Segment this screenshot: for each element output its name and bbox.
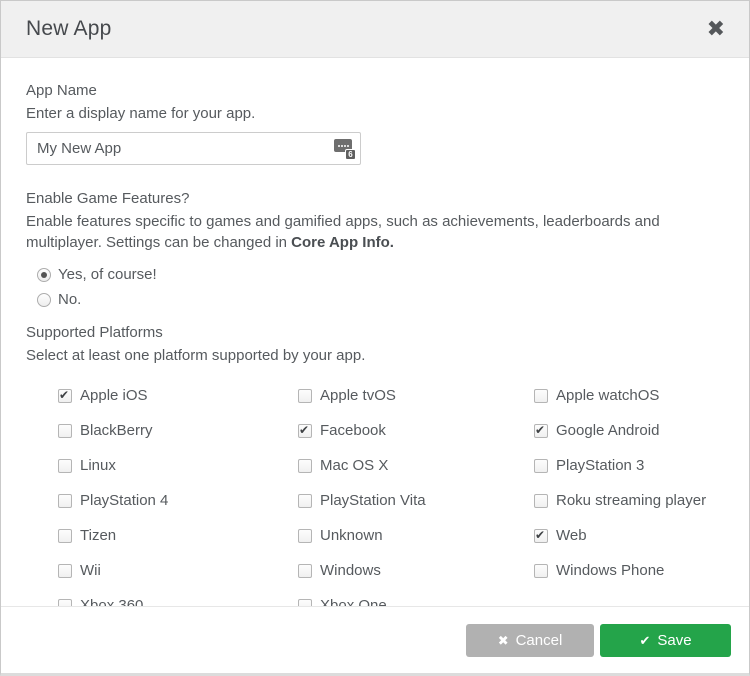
platform-label: Apple iOS	[80, 387, 148, 404]
platform-label: Xbox 360	[80, 597, 143, 606]
checkbox-icon[interactable]	[58, 529, 72, 543]
platform-label: Linux	[80, 457, 116, 474]
modal-footer: ✖ Cancel ✔ Save	[1, 606, 749, 673]
new-app-modal: New App ✖ App Name Enter a display name …	[0, 0, 750, 676]
cancel-x-icon: ✖	[498, 634, 509, 647]
checkbox-icon[interactable]	[534, 529, 548, 543]
radio-option-label: Yes, of course!	[58, 266, 157, 283]
radio-option-label: No.	[58, 291, 81, 308]
platform-checkbox-item[interactable]: Roku streaming player	[534, 492, 724, 509]
platform-label: Wii	[80, 562, 101, 579]
game-features-description: Enable features specific to games and ga…	[26, 211, 691, 253]
platform-label: PlayStation 3	[556, 457, 644, 474]
platform-label: Xbox One	[320, 597, 387, 606]
checkbox-icon[interactable]	[58, 564, 72, 578]
platform-checkbox-item[interactable]: Windows Phone	[534, 562, 724, 579]
game-features-radio-group: Yes, of course! No.	[37, 262, 724, 312]
platform-label: PlayStation 4	[80, 492, 168, 509]
platform-label: Web	[556, 527, 587, 544]
checkbox-icon[interactable]	[298, 599, 312, 607]
save-button[interactable]: ✔ Save	[600, 624, 731, 657]
platform-checkbox-item[interactable]: Tizen	[58, 527, 298, 544]
app-name-input-wrap: 6	[26, 132, 361, 165]
platforms-description: Select at least one platform supported b…	[26, 345, 724, 366]
platform-label: Roku streaming player	[556, 492, 706, 509]
platform-checkbox-item[interactable]: Apple watchOS	[534, 387, 724, 404]
app-name-description: Enter a display name for your app.	[26, 103, 724, 124]
platform-checkbox-item[interactable]: Unknown	[298, 527, 534, 544]
radio-button-icon[interactable]	[37, 293, 51, 307]
platform-label: BlackBerry	[80, 422, 153, 439]
platform-checkbox-item[interactable]: Facebook	[298, 422, 534, 439]
platform-label: PlayStation Vita	[320, 492, 426, 509]
game-features-radio-option[interactable]: No.	[37, 287, 724, 312]
platform-checkbox-item[interactable]: Google Android	[534, 422, 724, 439]
platform-label: Mac OS X	[320, 457, 388, 474]
modal-body: App Name Enter a display name for your a…	[1, 58, 749, 606]
save-check-icon: ✔	[639, 634, 650, 647]
platforms-section: Supported Platforms Select at least one …	[26, 324, 724, 606]
platform-label: Windows Phone	[556, 562, 664, 579]
checkbox-icon[interactable]	[534, 459, 548, 473]
checkbox-icon[interactable]	[298, 424, 312, 438]
close-icon[interactable]: ✖	[707, 18, 725, 40]
radio-button-icon[interactable]	[37, 268, 51, 282]
checkbox-icon[interactable]	[534, 389, 548, 403]
cancel-button[interactable]: ✖ Cancel	[466, 624, 594, 657]
platform-label: Apple tvOS	[320, 387, 396, 404]
platform-checkbox-item[interactable]: Web	[534, 527, 724, 544]
page-title: New App	[26, 17, 111, 41]
modal-header: New App ✖	[1, 1, 749, 58]
checkbox-icon[interactable]	[534, 564, 548, 578]
platform-checkbox-item[interactable]: Apple iOS	[58, 387, 298, 404]
core-app-info-bold: Core App Info.	[291, 234, 394, 251]
checkbox-icon[interactable]	[298, 459, 312, 473]
save-button-label: Save	[657, 632, 691, 649]
platform-label: Apple watchOS	[556, 387, 659, 404]
platform-label: Google Android	[556, 422, 659, 439]
platform-grid: Apple iOS Apple tvOS Apple watchOS Black…	[58, 378, 724, 606]
checkbox-icon[interactable]	[58, 599, 72, 607]
checkbox-icon[interactable]	[534, 424, 548, 438]
game-features-section: Enable Game Features? Enable features sp…	[26, 190, 724, 312]
checkbox-icon[interactable]	[298, 564, 312, 578]
platform-checkbox-item[interactable]: PlayStation 3	[534, 457, 724, 474]
app-name-input[interactable]	[26, 132, 361, 165]
cancel-button-label: Cancel	[516, 632, 563, 649]
platform-checkbox-item[interactable]: Mac OS X	[298, 457, 534, 474]
checkbox-icon[interactable]	[298, 389, 312, 403]
checkbox-icon[interactable]	[534, 494, 548, 508]
app-name-section: App Name Enter a display name for your a…	[26, 82, 724, 165]
checkbox-icon[interactable]	[58, 389, 72, 403]
platforms-label: Supported Platforms	[26, 324, 724, 341]
checkbox-icon[interactable]	[298, 494, 312, 508]
platform-checkbox-item[interactable]: Xbox One	[298, 597, 534, 606]
platform-label: Tizen	[80, 527, 116, 544]
platform-checkbox-item[interactable]: Xbox 360	[58, 597, 298, 606]
platform-checkbox-item[interactable]: BlackBerry	[58, 422, 298, 439]
platform-checkbox-item[interactable]: Linux	[58, 457, 298, 474]
app-name-label: App Name	[26, 82, 724, 99]
platform-checkbox-item[interactable]: Windows	[298, 562, 534, 579]
checkbox-icon[interactable]	[58, 424, 72, 438]
platform-checkbox-item[interactable]: PlayStation Vita	[298, 492, 534, 509]
checkbox-icon[interactable]	[298, 529, 312, 543]
platform-checkbox-item[interactable]: Wii	[58, 562, 298, 579]
platform-label: Facebook	[320, 422, 386, 439]
game-features-radio-option[interactable]: Yes, of course!	[37, 262, 724, 287]
checkbox-icon[interactable]	[58, 494, 72, 508]
checkbox-icon[interactable]	[58, 459, 72, 473]
platform-label: Windows	[320, 562, 381, 579]
platform-label: Unknown	[320, 527, 383, 544]
game-features-label: Enable Game Features?	[26, 190, 724, 207]
platform-checkbox-item[interactable]: Apple tvOS	[298, 387, 534, 404]
platform-checkbox-item[interactable]: PlayStation 4	[58, 492, 298, 509]
